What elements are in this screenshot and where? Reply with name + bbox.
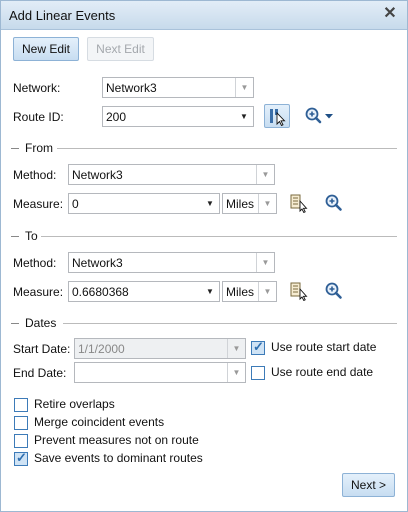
to-method-select[interactable]: Network3 ▼ — [68, 252, 275, 273]
network-value: Network3 — [106, 81, 157, 95]
dialog-title: Add Linear Events — [9, 8, 116, 23]
from-method-select[interactable]: Network3 ▼ — [68, 164, 275, 185]
chevron-down-icon[interactable]: ▼ — [201, 282, 219, 301]
to-measure-combobox[interactable]: 0.6680368 ▼ — [68, 281, 220, 302]
select-route-on-map-icon[interactable] — [264, 104, 290, 128]
end-date-label: End Date: — [13, 366, 67, 380]
to-method-label: Method: — [13, 256, 57, 270]
from-units-select[interactable]: Miles ▼ — [222, 193, 277, 214]
start-date-picker[interactable]: 1/1/2000 ▼ — [74, 338, 246, 359]
chevron-down-icon[interactable]: ▼ — [201, 194, 219, 213]
from-measure-value: 0 — [72, 197, 79, 211]
use-route-start-date-checkbox[interactable]: ✓ — [251, 339, 265, 355]
pick-measure-on-map-icon[interactable] — [289, 193, 309, 214]
zoom-to-measure-icon[interactable] — [324, 193, 344, 213]
chevron-down-icon: ▼ — [235, 78, 253, 97]
title-bar[interactable]: Add Linear Events ✕ — [1, 1, 407, 30]
next-button[interactable]: Next > — [342, 473, 395, 497]
to-section-header: To — [9, 229, 397, 243]
retire-overlaps-checkbox[interactable] — [14, 398, 28, 412]
to-section-title: To — [25, 229, 38, 243]
use-route-start-date-label: Use route start date — [271, 340, 377, 354]
add-linear-events-dialog: Add Linear Events ✕ New Edit Next Edit N… — [0, 0, 408, 512]
prevent-measures-not-on-route-checkbox[interactable] — [14, 434, 28, 448]
checkmark-icon: ✓ — [253, 339, 264, 354]
save-events-to-dominant-routes-label: Save events to dominant routes — [34, 451, 203, 465]
start-date-label: Start Date: — [13, 342, 71, 356]
to-units-select[interactable]: Miles ▼ — [222, 281, 277, 302]
use-route-end-date-label: Use route end date — [271, 365, 374, 379]
merge-coincident-events-label: Merge coincident events — [34, 415, 165, 429]
to-method-value: Network3 — [72, 256, 123, 270]
to-units-value: Miles — [226, 285, 255, 299]
checkmark-icon: ✓ — [16, 450, 27, 465]
retire-overlaps-label: Retire overlaps — [34, 397, 115, 411]
pick-measure-on-map-icon[interactable] — [289, 281, 309, 302]
save-events-to-dominant-routes-checkbox[interactable]: ✓ — [14, 450, 28, 466]
start-date-value: 1/1/2000 — [78, 342, 125, 356]
next-edit-button[interactable]: Next Edit — [87, 37, 154, 61]
from-section-header: From — [9, 141, 397, 155]
dates-section-header: Dates — [9, 316, 397, 330]
chevron-down-icon: ▼ — [258, 194, 276, 213]
from-units-value: Miles — [226, 197, 255, 211]
end-date-picker[interactable]: ▼ — [74, 362, 246, 383]
chevron-down-icon: ▼ — [227, 339, 245, 358]
chevron-down-icon: ▼ — [258, 282, 276, 301]
from-method-label: Method: — [13, 168, 57, 182]
zoom-to-route-icon[interactable] — [304, 106, 336, 126]
route-id-combobox[interactable]: 200 ▼ — [102, 106, 254, 127]
close-icon[interactable]: ✕ — [381, 5, 399, 23]
to-measure-label: Measure: — [13, 285, 64, 299]
network-label: Network: — [13, 81, 61, 95]
prevent-measures-not-on-route-label: Prevent measures not on route — [34, 433, 199, 447]
from-measure-combobox[interactable]: 0 ▼ — [68, 193, 220, 214]
merge-coincident-events-checkbox[interactable] — [14, 416, 28, 430]
dates-section-title: Dates — [25, 316, 57, 330]
chevron-down-icon[interactable]: ▼ — [235, 107, 253, 126]
from-measure-label: Measure: — [13, 197, 64, 211]
chevron-down-icon: ▼ — [227, 363, 245, 382]
zoom-to-measure-icon[interactable] — [324, 281, 344, 301]
chevron-down-icon: ▼ — [256, 165, 274, 184]
use-route-end-date-checkbox[interactable] — [251, 366, 265, 380]
new-edit-button[interactable]: New Edit — [13, 37, 79, 61]
from-section-title: From — [25, 141, 53, 155]
network-select[interactable]: Network3 ▼ — [102, 77, 254, 98]
to-measure-value: 0.6680368 — [72, 285, 129, 299]
chevron-down-icon: ▼ — [256, 253, 274, 272]
from-method-value: Network3 — [72, 168, 123, 182]
route-id-label: Route ID: — [13, 110, 64, 124]
route-id-value: 200 — [106, 110, 127, 124]
